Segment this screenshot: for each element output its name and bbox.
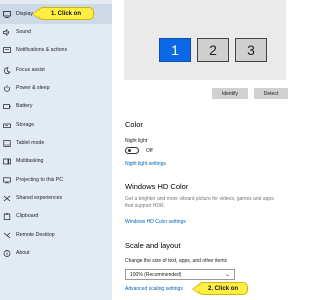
- clipboard-icon: [3, 212, 11, 220]
- display-settings-pane: 1 2 3 Identify Detect Color Night light …: [112, 0, 292, 300]
- sidebar-item-remote-desktop[interactable]: Remote Desktop: [0, 225, 112, 245]
- settings-sidebar: Display Sound Notifications & actions Fo…: [0, 0, 112, 300]
- info-icon: [3, 249, 11, 257]
- hdr-heading: Windows HD Color: [125, 182, 189, 191]
- monitor-2[interactable]: 2: [197, 38, 229, 62]
- sidebar-item-about[interactable]: About: [0, 243, 112, 263]
- notification-icon: [3, 46, 11, 54]
- sidebar-item-label: Storage: [16, 122, 35, 128]
- battery-icon: [3, 102, 11, 110]
- hdr-settings-link[interactable]: Windows HD Color settings: [125, 219, 186, 225]
- scale-dropdown-value: 100% (Recommended): [130, 271, 182, 278]
- detect-button[interactable]: Detect: [254, 88, 288, 99]
- power-icon: [3, 84, 11, 92]
- sidebar-item-label: Focus assist: [16, 67, 45, 73]
- sidebar-item-label: Projecting to this PC: [16, 177, 63, 183]
- sidebar-item-projecting[interactable]: Projecting to this PC: [0, 170, 112, 190]
- sidebar-item-label: Notifications & actions: [16, 47, 68, 53]
- callout-step-1: 1. Click on: [31, 7, 94, 20]
- sidebar-item-label: Remote Desktop: [16, 232, 55, 238]
- projector-icon: [3, 176, 11, 184]
- remote-icon: [3, 231, 11, 239]
- sidebar-item-label: Display: [16, 11, 34, 17]
- sidebar-item-multitasking[interactable]: Multitasking: [0, 151, 112, 171]
- sidebar-item-label: Power & sleep: [16, 85, 50, 91]
- color-heading: Color: [125, 120, 143, 129]
- chevron-down-icon: ⌄: [224, 272, 230, 278]
- change-size-label: Change the size of text, apps, and other…: [125, 258, 228, 264]
- identify-button[interactable]: Identify: [212, 88, 248, 99]
- sidebar-item-notifications[interactable]: Notifications & actions: [0, 40, 112, 60]
- monitor-icon: [3, 10, 11, 18]
- night-light-state: Off: [146, 148, 153, 154]
- sidebar-item-shared-experiences[interactable]: Shared experiences: [0, 188, 112, 208]
- tablet-icon: [3, 139, 11, 147]
- monitor-arrangement: 1 2 3: [124, 0, 286, 80]
- sidebar-item-tablet-mode[interactable]: Tablet mode: [0, 133, 112, 153]
- sidebar-item-label: About: [16, 250, 30, 256]
- sidebar-item-label: Battery: [16, 103, 33, 109]
- night-light-label: Night light: [125, 138, 148, 144]
- sidebar-item-battery[interactable]: Battery: [0, 96, 112, 116]
- sidebar-item-storage[interactable]: Storage: [0, 115, 112, 135]
- sidebar-item-power-sleep[interactable]: Power & sleep: [0, 78, 112, 98]
- sidebar-item-label: Shared experiences: [16, 195, 63, 201]
- moon-icon: [3, 66, 11, 74]
- callout-step-2: 2. Click on: [191, 282, 248, 295]
- sidebar-item-label: Tablet mode: [16, 140, 45, 146]
- callout-text: 2. Click on: [207, 285, 238, 292]
- toggle-knob: [128, 149, 131, 152]
- hdr-description: Get a brighter and more vibrant picture …: [125, 196, 274, 209]
- scale-heading: Scale and layout: [125, 241, 181, 250]
- storage-icon: [3, 121, 11, 129]
- sidebar-item-sound[interactable]: Sound: [0, 22, 112, 42]
- callout-pointer: [193, 285, 199, 293]
- share-icon: [3, 194, 11, 202]
- sidebar-item-label: Clipboard: [16, 213, 39, 219]
- sidebar-item-focus-assist[interactable]: Focus assist: [0, 60, 112, 80]
- night-light-toggle[interactable]: [125, 147, 139, 154]
- speaker-icon: [3, 28, 11, 36]
- sidebar-item-label: Multitasking: [16, 158, 44, 164]
- monitor-3[interactable]: 3: [235, 38, 267, 62]
- sidebar-item-clipboard[interactable]: Clipboard: [0, 206, 112, 226]
- callout-text: 1. Click on: [50, 10, 81, 17]
- advanced-scaling-link[interactable]: Advanced scaling settings: [125, 286, 183, 292]
- monitor-1[interactable]: 1: [159, 38, 191, 62]
- scale-dropdown[interactable]: 100% (Recommended) ⌄: [125, 269, 235, 280]
- callout-pointer: [33, 10, 39, 18]
- sidebar-item-label: Sound: [16, 29, 32, 35]
- multitasking-icon: [3, 157, 11, 165]
- night-light-settings-link[interactable]: Night light settings: [125, 161, 166, 167]
